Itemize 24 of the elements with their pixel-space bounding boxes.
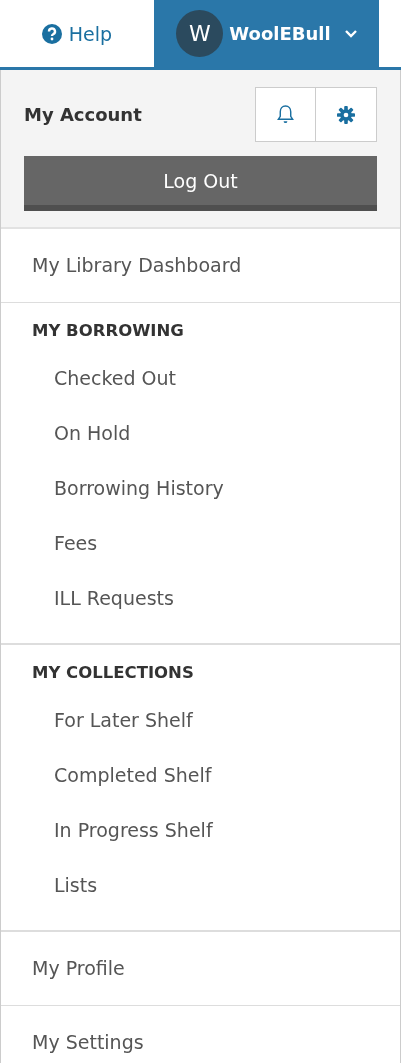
- menu-link[interactable]: Checked Out: [1, 351, 400, 406]
- bell-icon: [276, 104, 295, 125]
- help-icon: [41, 23, 62, 44]
- menu-link[interactable]: Borrowing History: [1, 461, 400, 516]
- avatar: W: [176, 10, 224, 57]
- menu-link[interactable]: For Later Shelf: [1, 693, 400, 748]
- menu-link[interactable]: Completed Shelf: [1, 748, 400, 803]
- menu-link[interactable]: On Hold: [1, 406, 400, 461]
- chevron-icon: [344, 29, 357, 38]
- settings-icon: [337, 105, 355, 124]
- help-link[interactable]: Help: [0, 0, 154, 67]
- menu-link[interactable]: ILL Requests: [1, 571, 400, 626]
- account-menu-button[interactable]: W WoolEBull: [154, 0, 379, 67]
- menu-link[interactable]: Lists: [1, 858, 400, 913]
- menu-link[interactable]: Fees: [1, 516, 400, 571]
- log-out-button[interactable]: Log Out: [24, 156, 377, 211]
- menu-link[interactable]: My Library Dashboard: [1, 229, 400, 303]
- menu-link[interactable]: My Profile: [1, 932, 400, 1006]
- menu-link[interactable]: In Progress Shelf: [1, 803, 400, 858]
- section-heading: MY BORROWING: [31, 320, 185, 342]
- settings-button[interactable]: [316, 87, 377, 142]
- section-heading: MY COLLECTIONS: [31, 662, 195, 684]
- menu-link[interactable]: My Settings: [1, 1006, 400, 1063]
- account-title: My Account: [24, 104, 142, 125]
